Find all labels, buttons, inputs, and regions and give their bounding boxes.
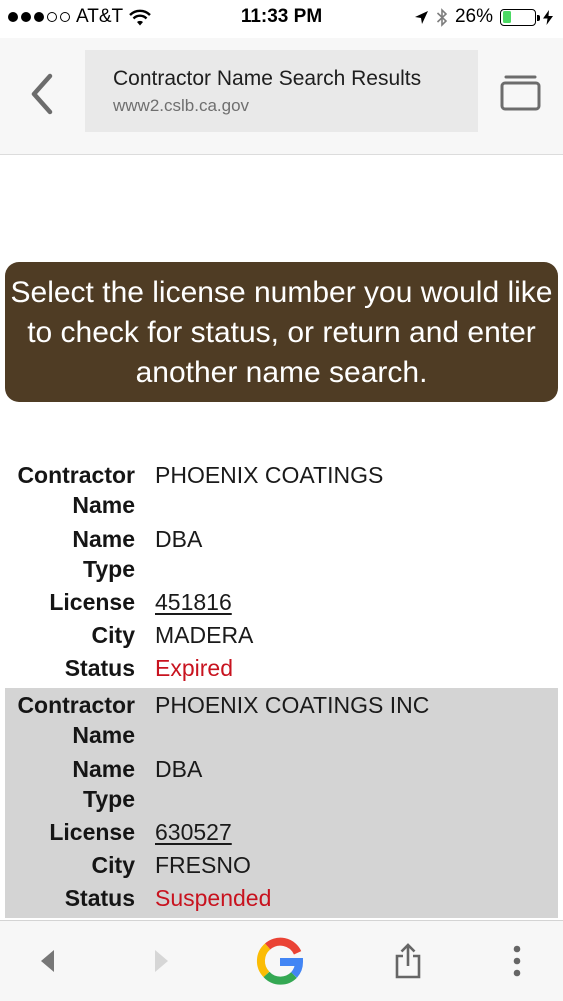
name-type-label-line2: Type [83, 786, 135, 812]
status-value: Expired [155, 655, 233, 681]
tabs-icon [500, 75, 541, 111]
location-arrow-icon [414, 10, 428, 24]
result-record: Contractor Name PHOENIX COATINGS INC Nam… [5, 688, 558, 918]
page-host: www2.cslb.ca.gov [113, 96, 250, 115]
more-vertical-icon [513, 945, 521, 977]
status-indicators: 26% [414, 6, 553, 28]
city-label: City [91, 622, 135, 648]
chevron-left-icon [31, 73, 53, 115]
google-logo-icon [256, 937, 303, 985]
instruction-banner: Select the license number you would like… [5, 262, 558, 402]
name-type-label-line1: Name [72, 756, 135, 782]
contractor-name-label-line2: Name [72, 722, 135, 748]
license-link[interactable]: 630527 [155, 817, 232, 848]
contractor-name-label-line1: Contractor [17, 462, 135, 488]
charging-bolt-icon [543, 9, 553, 25]
contractor-name-label-line2: Name [72, 492, 135, 518]
bluetooth-icon [436, 7, 448, 27]
back-arrow-button[interactable] [20, 931, 76, 991]
name-type-value: DBA [155, 756, 203, 782]
status-value: Suspended [155, 885, 272, 911]
status-bar: AT&T 11:33 PM 26% [0, 0, 563, 38]
address-bar[interactable]: Contractor Name Search Results www2.cslb… [85, 50, 478, 132]
tab-switcher-button[interactable] [500, 72, 542, 114]
contractor-name-value: PHOENIX COATINGS [155, 462, 384, 488]
result-record: Contractor Name PHOENIX COATINGS Name Ty… [5, 458, 558, 686]
status-label: Status [64, 655, 135, 681]
share-icon [395, 943, 421, 979]
battery-level [502, 11, 511, 23]
bottom-toolbar [0, 920, 563, 1001]
back-button[interactable] [24, 72, 60, 116]
browser-header: Contractor Name Search Results www2.cslb… [0, 38, 563, 155]
contractor-name-value: PHOENIX COATINGS INC [155, 692, 430, 718]
city-label: City [91, 852, 135, 878]
status-label: Status [64, 885, 135, 911]
contractor-name-label-line1: Contractor [17, 692, 135, 718]
battery-percent: 26% [454, 6, 493, 27]
battery-icon [500, 8, 540, 26]
triangle-left-icon [41, 950, 54, 972]
forward-arrow-button[interactable] [133, 931, 189, 991]
page-title: Contractor Name Search Results [113, 67, 422, 90]
google-button[interactable] [252, 931, 308, 991]
city-value: FRESNO [155, 852, 251, 878]
license-link[interactable]: 451816 [155, 587, 232, 618]
more-options-button[interactable] [489, 931, 545, 991]
name-type-label-line1: Name [72, 526, 135, 552]
name-type-value: DBA [155, 526, 203, 552]
city-value: MADERA [155, 622, 254, 648]
license-label: License [49, 819, 135, 845]
triangle-right-icon [155, 950, 168, 972]
license-label: License [49, 589, 135, 615]
name-type-label-line2: Type [83, 556, 135, 582]
share-button[interactable] [380, 931, 436, 991]
